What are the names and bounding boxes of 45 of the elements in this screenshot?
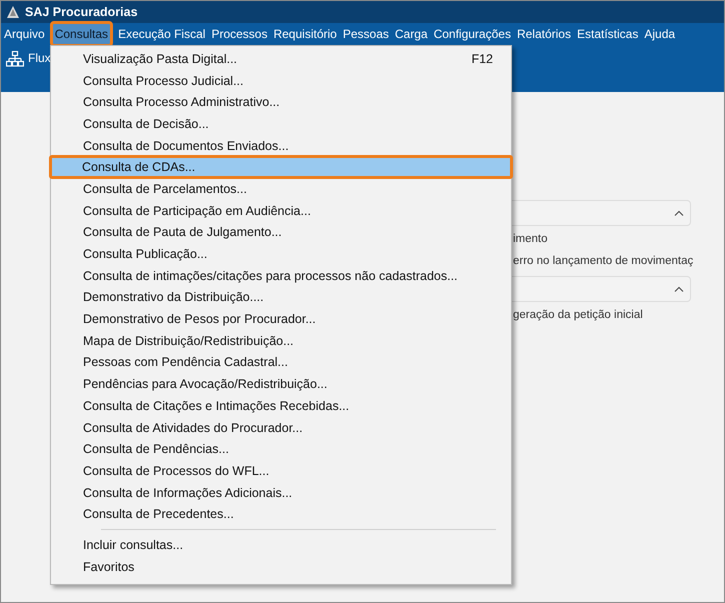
menu-item[interactable]: Consulta de intimações/citações para processos não cadastrados... [51,264,511,287]
menu-item[interactable]: Consulta de Documentos Enviados... [51,134,511,156]
menu-item[interactable]: Consulta Processo Administrativo... [51,91,511,114]
menu-bar-item[interactable]: Relatórios [514,23,574,45]
menu-item[interactable]: Consulta de Informações Adicionais... [51,482,511,504]
sitemap-icon[interactable] [6,51,24,67]
section-text: erro no lançamento de movimentaç [512,254,691,269]
shortcut-text: F12 [471,52,493,66]
menu-bar-item[interactable]: Carga [392,23,431,45]
menu-bar-item[interactable]: Consultas [52,23,112,45]
section-text: geração da petição inicial [512,308,644,323]
menu-item[interactable]: Consulta de Decisão... [51,113,511,135]
menu-item[interactable]: Consulta de Pauta de Julgamento... [51,222,511,244]
menu-item[interactable]: Consulta Publicação... [51,243,511,265]
menu-item[interactable]: Consulta de Precedentes... [51,503,511,526]
menu-bar-item[interactable]: Configurações [430,23,514,45]
menu-item[interactable]: Pessoas com Pendência Cadastral... [51,352,511,374]
menu-bar-item[interactable]: Estatísticas [574,23,642,45]
section-text: imento [512,232,549,247]
menu-item[interactable]: Consulta de Parcelamentos... [51,178,511,200]
menu-item[interactable]: Demonstrativo da Distribuição.... [51,286,511,308]
window-title: SAJ Procuradorias [25,5,138,19]
menu-item[interactable]: Pendências para Avocação/Redistribuição... [51,373,511,395]
menu-item[interactable]: Consulta de Processos do WFL... [51,460,511,482]
menu-item[interactable]: Incluir consultas... [51,534,511,556]
menu-bar-item[interactable]: Arquivo [1,23,48,45]
menu-item[interactable]: Consulta de CDAs... [50,156,512,178]
chevron-up-icon [674,210,684,216]
menu-item[interactable]: Consulta Processo Judicial... [51,70,511,92]
pyramid-logo-icon [6,5,20,19]
chevron-up-icon [674,286,684,292]
menu-bar-item[interactable]: Processos [208,23,270,45]
menu-item[interactable]: Visualização Pasta Digital... F12 [51,48,511,70]
menu-item[interactable]: Consulta de Atividades do Procurador... [51,416,511,438]
menu-bar-item[interactable]: Execução Fiscal [115,23,208,45]
menu-bar-item[interactable]: Ajuda [641,23,678,45]
menu-bar-item[interactable]: Pessoas [340,23,392,45]
toolbar-label[interactable]: Flux [28,51,51,65]
menu-item[interactable]: Favoritos [51,556,511,578]
menu-item[interactable]: Consulta de Participação em Audiência... [51,200,511,222]
menu-item[interactable]: Consulta de Citações e Intimações Recebidas... [51,395,511,417]
menu-bar-item[interactable]: Requisitório [270,23,340,45]
menu-item[interactable]: Mapa de Distribuição/Redistribuição... [51,330,511,352]
menu-item[interactable]: Demonstrativo de Pesos por Procurador... [51,308,511,330]
menu-item[interactable]: Consulta de Pendências... [51,438,511,460]
